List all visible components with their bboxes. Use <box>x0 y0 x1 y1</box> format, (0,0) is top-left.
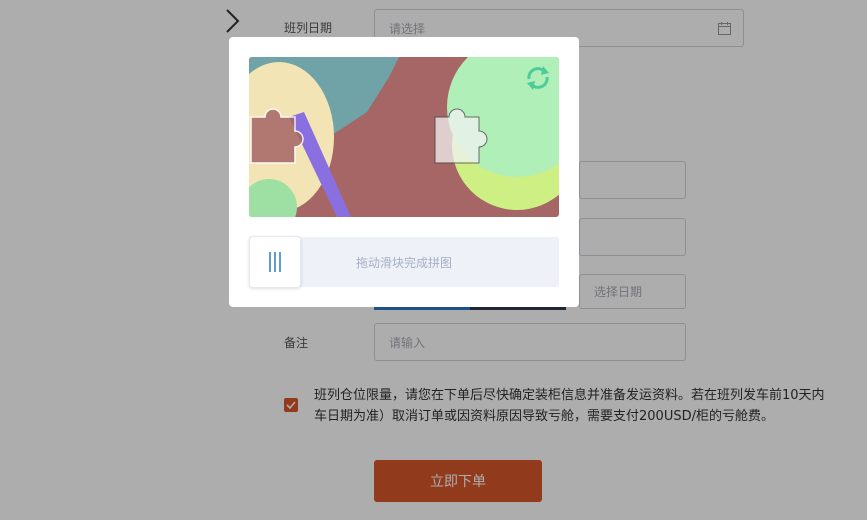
slider-hint: 拖动滑块完成拼图 <box>355 255 452 270</box>
puzzle-image <box>249 57 559 217</box>
refresh-icon[interactable] <box>523 63 553 93</box>
drag-handle-icon <box>269 252 281 272</box>
slider-handle[interactable] <box>249 236 301 288</box>
slider-captcha-dialog: 拖动滑块完成拼图 <box>229 37 579 307</box>
